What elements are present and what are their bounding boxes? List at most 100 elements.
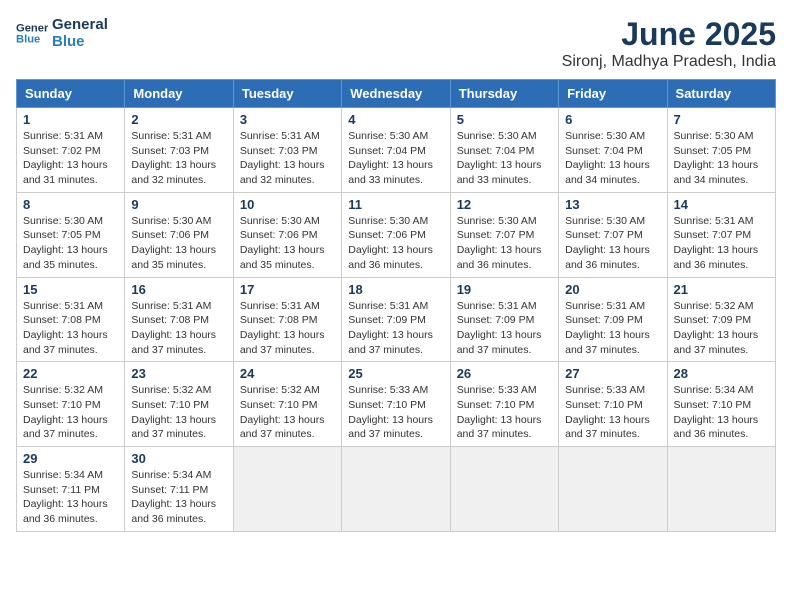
day-info: Sunrise: 5:30 AM Sunset: 7:06 PM Dayligh… (240, 214, 335, 273)
subtitle: Sironj, Madhya Pradesh, India (562, 53, 776, 71)
day-info: Sunrise: 5:31 AM Sunset: 7:08 PM Dayligh… (240, 299, 335, 358)
day-info: Sunrise: 5:31 AM Sunset: 7:09 PM Dayligh… (565, 299, 660, 358)
sunset-label: Sunset: 7:10 PM (457, 399, 535, 411)
day-info: Sunrise: 5:32 AM Sunset: 7:10 PM Dayligh… (240, 383, 335, 442)
day-number: 20 (565, 282, 660, 297)
header: General Blue General Blue June 2025 Siro… (16, 16, 776, 71)
calendar-cell: 23 Sunrise: 5:32 AM Sunset: 7:10 PM Dayl… (125, 362, 233, 447)
daylight-label: Daylight: 13 hours and 35 minutes. (240, 244, 325, 271)
day-info: Sunrise: 5:30 AM Sunset: 7:04 PM Dayligh… (565, 129, 660, 188)
day-info: Sunrise: 5:34 AM Sunset: 7:11 PM Dayligh… (131, 468, 226, 527)
svg-text:Blue: Blue (16, 34, 40, 46)
sunrise-label: Sunrise: 5:30 AM (565, 215, 645, 227)
sunset-label: Sunset: 7:03 PM (131, 145, 209, 157)
sunrise-label: Sunrise: 5:33 AM (457, 384, 537, 396)
daylight-label: Daylight: 13 hours and 36 minutes. (23, 498, 108, 525)
daylight-label: Daylight: 13 hours and 37 minutes. (457, 329, 542, 356)
logo-line1: General (52, 16, 108, 33)
calendar-cell: 16 Sunrise: 5:31 AM Sunset: 7:08 PM Dayl… (125, 277, 233, 362)
calendar-cell (559, 447, 667, 532)
sunset-label: Sunset: 7:09 PM (348, 314, 426, 326)
day-info: Sunrise: 5:30 AM Sunset: 7:05 PM Dayligh… (674, 129, 769, 188)
sunrise-label: Sunrise: 5:30 AM (457, 215, 537, 227)
sunrise-label: Sunrise: 5:32 AM (23, 384, 103, 396)
daylight-label: Daylight: 13 hours and 37 minutes. (674, 329, 759, 356)
sunset-label: Sunset: 7:08 PM (23, 314, 101, 326)
calendar-cell: 8 Sunrise: 5:30 AM Sunset: 7:05 PM Dayli… (17, 192, 125, 277)
sunset-label: Sunset: 7:04 PM (348, 145, 426, 157)
logo: General Blue General Blue (16, 16, 108, 50)
header-row: Sunday Monday Tuesday Wednesday Thursday… (17, 80, 776, 108)
daylight-label: Daylight: 13 hours and 34 minutes. (565, 159, 650, 186)
calendar-cell: 21 Sunrise: 5:32 AM Sunset: 7:09 PM Dayl… (667, 277, 775, 362)
calendar-cell: 26 Sunrise: 5:33 AM Sunset: 7:10 PM Dayl… (450, 362, 558, 447)
day-info: Sunrise: 5:30 AM Sunset: 7:04 PM Dayligh… (457, 129, 552, 188)
day-number: 12 (457, 197, 552, 212)
day-number: 4 (348, 112, 443, 127)
sunset-label: Sunset: 7:08 PM (131, 314, 209, 326)
week-row-4: 22 Sunrise: 5:32 AM Sunset: 7:10 PM Dayl… (17, 362, 776, 447)
sunset-label: Sunset: 7:10 PM (240, 399, 318, 411)
day-info: Sunrise: 5:30 AM Sunset: 7:07 PM Dayligh… (457, 214, 552, 273)
daylight-label: Daylight: 13 hours and 37 minutes. (240, 329, 325, 356)
day-number: 16 (131, 282, 226, 297)
calendar-cell: 24 Sunrise: 5:32 AM Sunset: 7:10 PM Dayl… (233, 362, 341, 447)
sunrise-label: Sunrise: 5:34 AM (23, 469, 103, 481)
calendar-cell (233, 447, 341, 532)
sunset-label: Sunset: 7:11 PM (23, 484, 100, 496)
sunrise-label: Sunrise: 5:31 AM (240, 130, 320, 142)
daylight-label: Daylight: 13 hours and 37 minutes. (240, 414, 325, 441)
daylight-label: Daylight: 13 hours and 32 minutes. (240, 159, 325, 186)
calendar-cell: 28 Sunrise: 5:34 AM Sunset: 7:10 PM Dayl… (667, 362, 775, 447)
sunset-label: Sunset: 7:10 PM (23, 399, 101, 411)
day-number: 30 (131, 451, 226, 466)
sunrise-label: Sunrise: 5:30 AM (348, 215, 428, 227)
daylight-label: Daylight: 13 hours and 34 minutes. (674, 159, 759, 186)
daylight-label: Daylight: 13 hours and 37 minutes. (131, 329, 216, 356)
calendar-cell: 12 Sunrise: 5:30 AM Sunset: 7:07 PM Dayl… (450, 192, 558, 277)
day-info: Sunrise: 5:32 AM Sunset: 7:09 PM Dayligh… (674, 299, 769, 358)
daylight-label: Daylight: 13 hours and 36 minutes. (674, 244, 759, 271)
sunrise-label: Sunrise: 5:31 AM (565, 300, 645, 312)
sunrise-label: Sunrise: 5:32 AM (131, 384, 211, 396)
sunset-label: Sunset: 7:03 PM (240, 145, 318, 157)
day-info: Sunrise: 5:31 AM Sunset: 7:09 PM Dayligh… (457, 299, 552, 358)
col-tuesday: Tuesday (233, 80, 341, 108)
sunset-label: Sunset: 7:09 PM (457, 314, 535, 326)
sunrise-label: Sunrise: 5:30 AM (565, 130, 645, 142)
daylight-label: Daylight: 13 hours and 36 minutes. (565, 244, 650, 271)
sunrise-label: Sunrise: 5:31 AM (131, 300, 211, 312)
day-info: Sunrise: 5:31 AM Sunset: 7:03 PM Dayligh… (240, 129, 335, 188)
day-number: 24 (240, 366, 335, 381)
day-number: 5 (457, 112, 552, 127)
sunset-label: Sunset: 7:06 PM (348, 229, 426, 241)
daylight-label: Daylight: 13 hours and 35 minutes. (23, 244, 108, 271)
day-info: Sunrise: 5:33 AM Sunset: 7:10 PM Dayligh… (565, 383, 660, 442)
day-number: 17 (240, 282, 335, 297)
day-info: Sunrise: 5:34 AM Sunset: 7:11 PM Dayligh… (23, 468, 118, 527)
calendar-cell: 2 Sunrise: 5:31 AM Sunset: 7:03 PM Dayli… (125, 108, 233, 193)
calendar-cell: 7 Sunrise: 5:30 AM Sunset: 7:05 PM Dayli… (667, 108, 775, 193)
daylight-label: Daylight: 13 hours and 36 minutes. (457, 244, 542, 271)
calendar-cell: 6 Sunrise: 5:30 AM Sunset: 7:04 PM Dayli… (559, 108, 667, 193)
calendar-cell: 3 Sunrise: 5:31 AM Sunset: 7:03 PM Dayli… (233, 108, 341, 193)
svg-text:General: General (16, 22, 48, 34)
sunrise-label: Sunrise: 5:31 AM (23, 130, 103, 142)
calendar-cell (342, 447, 450, 532)
daylight-label: Daylight: 13 hours and 37 minutes. (131, 414, 216, 441)
day-info: Sunrise: 5:31 AM Sunset: 7:09 PM Dayligh… (348, 299, 443, 358)
day-number: 25 (348, 366, 443, 381)
day-number: 22 (23, 366, 118, 381)
col-monday: Monday (125, 80, 233, 108)
calendar-cell: 11 Sunrise: 5:30 AM Sunset: 7:06 PM Dayl… (342, 192, 450, 277)
day-number: 1 (23, 112, 118, 127)
sunset-label: Sunset: 7:02 PM (23, 145, 101, 157)
sunrise-label: Sunrise: 5:30 AM (457, 130, 537, 142)
day-info: Sunrise: 5:30 AM Sunset: 7:06 PM Dayligh… (348, 214, 443, 273)
week-row-1: 1 Sunrise: 5:31 AM Sunset: 7:02 PM Dayli… (17, 108, 776, 193)
day-number: 11 (348, 197, 443, 212)
calendar-table: Sunday Monday Tuesday Wednesday Thursday… (16, 79, 776, 532)
sunrise-label: Sunrise: 5:30 AM (131, 215, 211, 227)
daylight-label: Daylight: 13 hours and 37 minutes. (23, 414, 108, 441)
sunrise-label: Sunrise: 5:31 AM (23, 300, 103, 312)
